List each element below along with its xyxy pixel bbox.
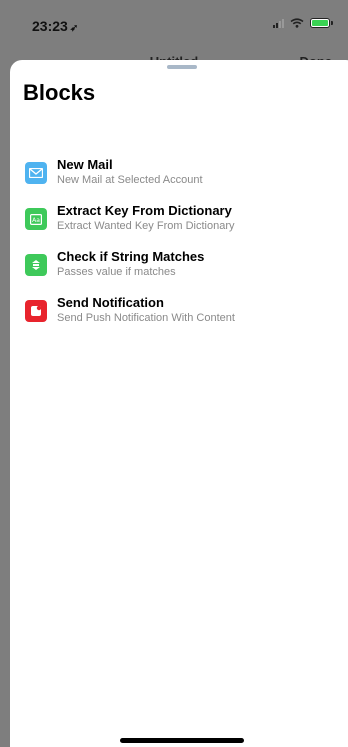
battery-icon (310, 18, 333, 28)
block-subtitle: Extract Wanted Key From Dictionary (57, 220, 235, 232)
block-title: Extract Key From Dictionary (57, 203, 232, 218)
time-text: 23:23 (32, 18, 68, 34)
wifi-icon (290, 18, 304, 28)
block-title: Check if String Matches (57, 249, 205, 264)
filter-icon (25, 254, 47, 276)
svg-text:Aa: Aa (32, 217, 40, 224)
block-title: Send Notification (57, 295, 164, 310)
blocks-sheet: Blocks New Mail New Mail at Selected Acc… (10, 60, 348, 747)
mail-icon (25, 162, 47, 184)
location-arrow-icon: ➶ (69, 23, 79, 34)
sheet-title: Blocks (23, 80, 96, 105)
cellular-signal-icon (273, 18, 284, 28)
block-item-send-notification[interactable]: Send Notification Send Push Notification… (25, 295, 345, 341)
block-item-extract-key[interactable]: Aa Extract Key From Dictionary Extract W… (25, 203, 345, 249)
status-icons (273, 18, 333, 28)
sheet-grabber[interactable] (167, 65, 197, 69)
battery-fill (312, 20, 328, 26)
block-title: New Mail (57, 157, 113, 172)
block-item-new-mail[interactable]: New Mail New Mail at Selected Account (25, 157, 345, 203)
block-item-check-string[interactable]: Check if String Matches Passes value if … (25, 249, 345, 295)
block-subtitle: Passes value if matches (57, 266, 176, 278)
home-indicator[interactable] (120, 738, 244, 743)
notification-icon (25, 300, 47, 322)
status-bar: 23:23 ➶ (0, 0, 348, 50)
block-list: New Mail New Mail at Selected Account Aa… (25, 157, 345, 341)
status-time: 23:23 ➶ (32, 18, 78, 34)
block-subtitle: Send Push Notification With Content (57, 312, 235, 324)
battery-tip (331, 21, 333, 25)
block-subtitle: New Mail at Selected Account (57, 174, 203, 186)
dictionary-icon: Aa (25, 208, 47, 230)
